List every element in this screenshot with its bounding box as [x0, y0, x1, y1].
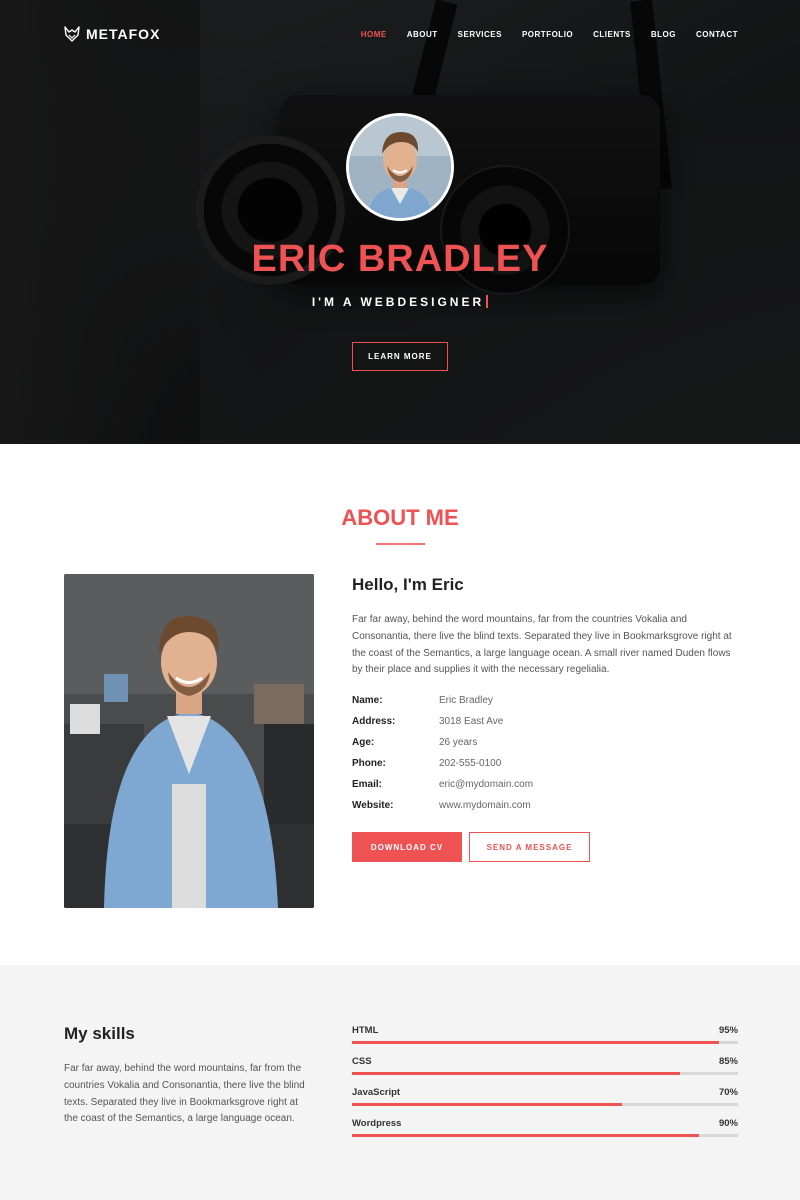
skills-description: Far far away, behind the word mountains,…: [64, 1063, 305, 1125]
info-value: 3018 East Ave: [439, 716, 504, 727]
info-row-name: Name: Eric Bradley: [352, 690, 742, 711]
logo-text: METAFOX: [86, 26, 161, 42]
skill-bars: HTML 95% CSS 85% JavaScript 70% Wordpres…: [352, 1025, 738, 1149]
about-photo: [64, 574, 314, 908]
title-divider: [376, 543, 425, 545]
info-value: 26 years: [439, 737, 478, 748]
info-label: Address:: [352, 716, 396, 727]
skill-track: [352, 1072, 738, 1075]
info-value: www.mydomain.com: [439, 800, 531, 811]
skill-bar: CSS 85%: [352, 1056, 738, 1087]
info-label: Age:: [352, 737, 375, 748]
hero-name: ERIC BRADLEY: [251, 238, 549, 280]
skill-fill: [352, 1072, 681, 1075]
skill-percent: 70%: [718, 1087, 738, 1098]
nav-clients[interactable]: CLIENTS: [593, 30, 631, 39]
skill-bar: HTML 95%: [352, 1025, 738, 1056]
skill-track: [352, 1134, 738, 1137]
info-row-website: Website: www.mydomain.com: [352, 795, 742, 816]
skill-track: [352, 1103, 738, 1106]
info-row-age: Age: 26 years: [352, 732, 742, 753]
hero-section: METAFOX HOME ABOUT SERVICES PORTFOLIO CL…: [0, 0, 800, 444]
info-row-address: Address: 3018 East Ave: [352, 711, 742, 732]
skill-percent: 95%: [718, 1025, 738, 1036]
skill-bar: JavaScript 70%: [352, 1087, 738, 1118]
skills-section: My skills Far far away, behind the word …: [0, 965, 800, 1200]
skill-name: JavaScript: [352, 1087, 401, 1098]
info-row-phone: Phone: 202-555-0100: [352, 753, 742, 774]
download-cv-button[interactable]: DOWNLOAD CV: [352, 832, 462, 862]
skill-track: [352, 1041, 738, 1044]
skills-title: My skills: [64, 1024, 135, 1043]
info-value: 202-555-0100: [439, 758, 502, 769]
skill-fill: [352, 1134, 700, 1137]
nav-about[interactable]: ABOUT: [407, 30, 438, 39]
nav-home[interactable]: HOME: [361, 30, 387, 39]
typing-caret: [486, 295, 489, 308]
info-label: Name:: [352, 695, 383, 706]
hero-role-line: I'M A WEBDESIGNER: [0, 295, 800, 309]
about-greeting: Hello, I'm Eric: [352, 575, 464, 594]
info-label: Phone:: [352, 758, 386, 769]
hero-role: I'M A WEBDESIGNER: [311, 295, 485, 309]
skill-percent: 85%: [718, 1056, 738, 1067]
top-navigation: METAFOX HOME ABOUT SERVICES PORTFOLIO CL…: [0, 22, 800, 48]
skill-fill: [352, 1041, 719, 1044]
main-menu: HOME ABOUT SERVICES PORTFOLIO CLIENTS BL…: [361, 30, 738, 39]
skill-name: Wordpress: [352, 1118, 402, 1129]
info-label: Email:: [352, 779, 383, 790]
send-message-button[interactable]: SEND A MESSAGE: [469, 832, 590, 862]
about-description: Far far away, behind the word mountains,…: [352, 614, 732, 676]
avatar: [346, 113, 454, 221]
about-photo-image: [64, 574, 314, 908]
skill-name: HTML: [352, 1025, 379, 1036]
skill-fill: [352, 1103, 623, 1106]
nav-portfolio[interactable]: PORTFOLIO: [522, 30, 573, 39]
learn-more-button[interactable]: LEARN MORE: [352, 342, 448, 371]
skill-bar: Wordpress 90%: [352, 1118, 738, 1149]
fox-logo-icon: [64, 26, 80, 42]
personal-info-list: Name: Eric Bradley Address: 3018 East Av…: [352, 690, 742, 816]
info-label: Website:: [352, 800, 394, 811]
info-row-email: Email: eric@mydomain.com: [352, 774, 742, 795]
nav-services[interactable]: SERVICES: [458, 30, 502, 39]
skill-name: CSS: [352, 1056, 372, 1067]
info-value: eric@mydomain.com: [439, 779, 534, 790]
info-value: Eric Bradley: [439, 695, 493, 706]
logo[interactable]: METAFOX: [64, 26, 160, 42]
avatar-portrait: [349, 116, 451, 218]
about-title: ABOUT ME: [341, 505, 459, 530]
skill-percent: 90%: [718, 1118, 738, 1129]
nav-contact[interactable]: CONTACT: [696, 30, 738, 39]
hero-overlay: [0, 0, 800, 444]
nav-blog[interactable]: BLOG: [651, 30, 676, 39]
